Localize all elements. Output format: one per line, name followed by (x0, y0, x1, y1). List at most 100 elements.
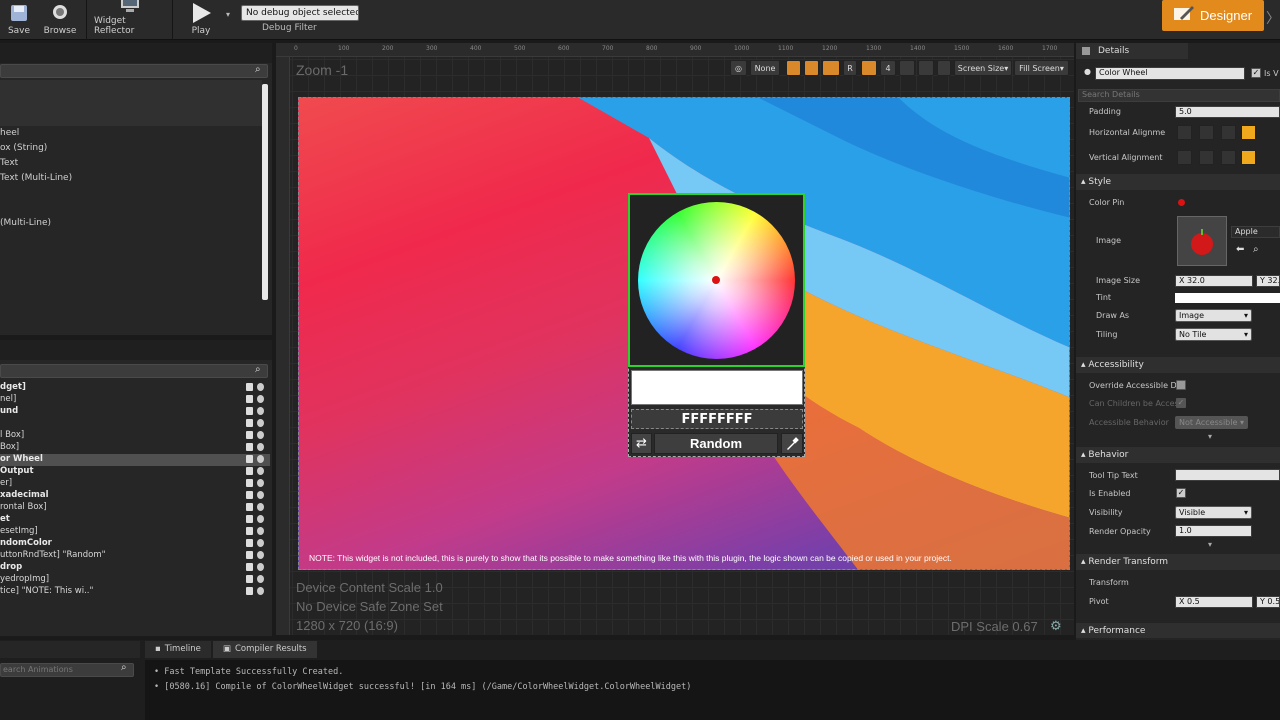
image-size-x-input[interactable]: X 32.0 (1175, 275, 1253, 287)
eye-icon[interactable] (257, 539, 264, 547)
browse-search-icon[interactable]: ⌕ (1253, 244, 1259, 255)
tab-timeline[interactable]: ▪ Timeline (145, 641, 211, 658)
outline-icon[interactable] (822, 60, 840, 76)
eye-icon[interactable] (257, 551, 264, 559)
palette-item[interactable]: Text (0, 158, 18, 168)
eye-icon[interactable] (257, 383, 264, 391)
lock-icon[interactable] (246, 551, 253, 559)
expand-chevron-icon[interactable]: ▾ (1208, 540, 1212, 549)
tiling-dropdown[interactable]: No Tile (1175, 328, 1252, 341)
align-right-icon[interactable] (1221, 125, 1236, 140)
hierarchy-row[interactable]: ndomColor (0, 538, 270, 550)
use-selected-arrow-icon[interactable]: ⬅ (1236, 244, 1244, 255)
save-button[interactable]: Save (4, 0, 34, 40)
style-section[interactable]: ▴ Style (1076, 174, 1280, 190)
render-transform-section[interactable]: ▴ Render Transform (1076, 554, 1280, 570)
mode-next-chevron-icon[interactable]: 〉 (1266, 8, 1280, 28)
hierarchy-row[interactable]: esetImg] (0, 526, 270, 538)
image-thumbnail[interactable] (1177, 216, 1227, 266)
details-search-input[interactable]: Search Details (1078, 89, 1280, 102)
gear-icon[interactable]: ⚙ (1050, 619, 1062, 634)
lock-icon[interactable] (246, 455, 253, 463)
lock-icon[interactable] (246, 407, 253, 415)
lock-icon[interactable] (246, 443, 253, 451)
eye-icon[interactable] (257, 443, 264, 451)
grid-snap-icon[interactable] (786, 60, 801, 76)
eye-icon[interactable] (257, 395, 264, 403)
tooltip-input[interactable] (1175, 469, 1280, 481)
hierarchy-row[interactable]: rontal Box] (0, 502, 270, 514)
debug-none-toggle[interactable]: None (750, 60, 780, 76)
eye-icon[interactable] (257, 503, 264, 511)
hierarchy-row[interactable]: or Wheel (0, 454, 270, 466)
search-animations-input[interactable]: earch Animations (0, 663, 134, 677)
lock-icon[interactable] (246, 527, 253, 535)
hierarchy-row[interactable]: dget] (0, 382, 270, 394)
rotate-icon[interactable] (918, 60, 934, 76)
designer-mode-button[interactable]: Designer (1162, 0, 1264, 31)
search-icon[interactable]: ⌕ (255, 64, 261, 75)
hierarchy-row[interactable]: Box] (0, 442, 270, 454)
eye-icon[interactable] (257, 479, 264, 487)
hierarchy-search-input[interactable] (0, 364, 268, 378)
override-accessible-checkbox[interactable] (1176, 380, 1186, 390)
random-color-button[interactable]: Random (654, 433, 778, 454)
lock-icon[interactable] (246, 575, 253, 583)
pivot-x-input[interactable]: X 0.5 (1175, 596, 1253, 608)
hierarchy-row[interactable]: et (0, 514, 270, 526)
lock-icon[interactable] (246, 431, 253, 439)
palette-item[interactable]: (Multi-Line) (0, 218, 51, 228)
align-middle-icon[interactable] (1199, 150, 1214, 165)
lock-icon[interactable] (246, 491, 253, 499)
lock-icon[interactable] (246, 419, 253, 427)
details-tab[interactable]: Details (1076, 43, 1188, 59)
lock-icon[interactable] (246, 563, 253, 571)
eye-icon[interactable] (257, 455, 264, 463)
color-pin-icon[interactable] (712, 276, 720, 284)
lock-icon[interactable] (246, 587, 253, 595)
palette-item[interactable]: ox (String) (0, 143, 47, 153)
lock-icon[interactable] (246, 479, 253, 487)
hierarchy-row[interactable]: nel] (0, 394, 270, 406)
eye-icon[interactable] (257, 407, 264, 415)
eyedropper-button[interactable] (781, 433, 803, 454)
lock-icon[interactable] (246, 539, 253, 547)
padding-input[interactable]: 5.0 (1175, 106, 1280, 118)
globe-icon[interactable]: ◎ (730, 60, 747, 76)
palette-item[interactable]: heel (0, 128, 19, 138)
hierarchy-row[interactable]: drop (0, 562, 270, 574)
visibility-dropdown[interactable]: Visible (1175, 506, 1252, 519)
lock-icon[interactable] (804, 60, 819, 76)
image-size-y-input[interactable]: Y 32. (1256, 275, 1280, 287)
browse-button[interactable]: Browse (40, 0, 80, 40)
is-enabled-checkbox[interactable]: ✓ (1176, 488, 1186, 498)
hierarchy-row[interactable]: yedropImg] (0, 574, 270, 586)
play-options-chevron-icon[interactable]: ▾ (226, 10, 230, 19)
palette-search-input[interactable] (0, 64, 268, 78)
lock-icon[interactable] (246, 503, 253, 511)
eye-icon[interactable] (257, 515, 264, 523)
accessibility-section[interactable]: ▴ Accessibility (1076, 357, 1280, 373)
eye-icon[interactable] (257, 527, 264, 535)
lock-icon[interactable] (246, 383, 253, 391)
hierarchy-row[interactable]: und (0, 406, 270, 418)
search-icon[interactable]: ⌕ (255, 364, 261, 375)
align-vfill-icon[interactable] (1241, 150, 1256, 165)
eye-icon[interactable] (257, 587, 264, 595)
widget-reflector-button[interactable]: Widget Reflector (94, 0, 166, 40)
lock-icon[interactable] (246, 515, 253, 523)
tab-compiler-results[interactable]: ▣ Compiler Results (212, 641, 317, 658)
hierarchy-row[interactable]: xadecimal (0, 490, 270, 502)
render-opacity-input[interactable]: 1.0 (1175, 525, 1252, 537)
grid-icon[interactable] (861, 60, 877, 76)
zoom-to-fit-icon[interactable] (899, 60, 915, 76)
fill-screen-dropdown[interactable]: Fill Screen▾ (1014, 60, 1069, 76)
behavior-section[interactable]: ▴ Behavior (1076, 447, 1280, 463)
eye-icon[interactable] (257, 467, 264, 475)
eye-icon[interactable] (257, 491, 264, 499)
hierarchy-row[interactable]: tice] "NOTE: This wi.." (0, 586, 270, 598)
is-variable-checkbox[interactable]: ✓ (1251, 68, 1261, 78)
palette-scrollbar[interactable] (262, 84, 268, 300)
lock-icon[interactable] (246, 467, 253, 475)
align-center-icon[interactable] (1199, 125, 1214, 140)
